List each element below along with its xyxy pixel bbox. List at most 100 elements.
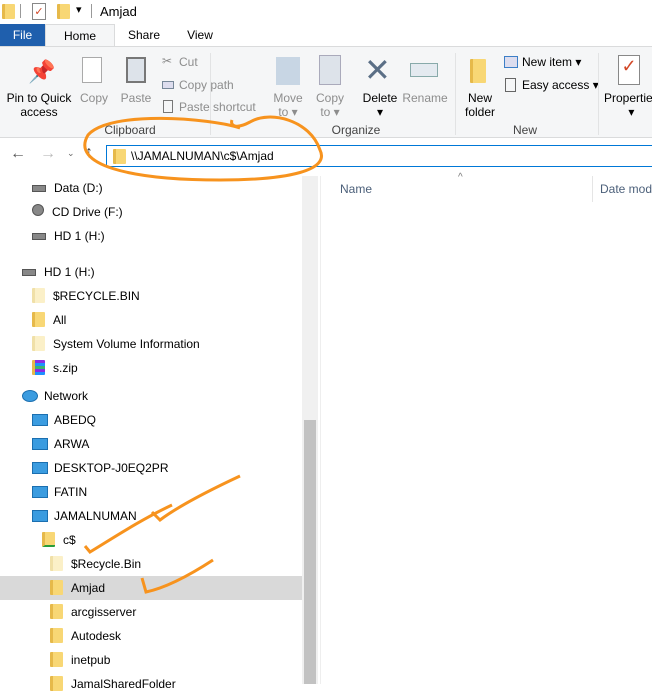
nav-item[interactable]: Amjad <box>0 576 302 600</box>
drive-icon <box>32 233 46 240</box>
nav-item[interactable]: DESKTOP-J0EQ2PR <box>0 456 302 480</box>
new-item-icon <box>504 56 518 68</box>
new-folder-label: New <box>467 91 492 105</box>
rename-button[interactable]: Rename <box>402 91 448 105</box>
tab-file[interactable]: File <box>0 24 45 46</box>
nav-item-label: s.zip <box>53 361 78 375</box>
folder-icon <box>2 4 15 19</box>
nav-item-label: JAMALNUMAN <box>54 509 137 523</box>
up-button[interactable]: ↑ <box>85 144 93 162</box>
nav-item[interactable]: ARWA <box>0 432 302 456</box>
sort-ascending-icon: ^ <box>458 172 463 183</box>
paste-shortcut-icon <box>163 100 173 113</box>
properties-button[interactable]: Properties▾ <box>604 91 652 119</box>
nav-item-label: inetpub <box>71 653 111 667</box>
divider <box>598 53 599 135</box>
divider <box>20 4 21 18</box>
easy-access-label: Easy access <box>522 78 590 92</box>
easy-access-icon <box>505 78 516 92</box>
properties-icon: ✓ <box>618 55 640 85</box>
nav-item[interactable]: HD 1 (H:) <box>0 224 302 248</box>
rename-icon <box>410 63 438 77</box>
new-folder-label-2: folder <box>464 105 496 119</box>
nav-item-label: All <box>53 313 67 327</box>
new-item-button[interactable]: New item ▾ <box>522 55 581 69</box>
nav-item[interactable]: JamalSharedFolder <box>0 672 302 696</box>
address-bar-row: ← → ⌄ ↑ \\JAMALNUMAN\c$\Amjad <box>0 140 652 172</box>
copyto-label: Copy <box>315 91 344 105</box>
nav-item-label: $Recycle.Bin <box>71 557 142 571</box>
copy-to-button[interactable]: Copy to ▾ <box>310 91 350 119</box>
nav-item[interactable]: System Volume Information <box>0 332 302 356</box>
divider <box>91 4 92 18</box>
nav-item[interactable]: s.zip <box>0 356 302 380</box>
cd-drive-icon <box>32 204 44 216</box>
nav-item-label: HD 1 (H:) <box>54 229 105 243</box>
computer-icon <box>32 414 48 426</box>
nav-item-label: Data (D:) <box>54 181 103 195</box>
folder-icon <box>32 312 45 327</box>
column-header-date-modified[interactable]: Date mod <box>600 182 652 196</box>
address-input[interactable]: \\JAMALNUMAN\c$\Amjad <box>106 145 652 167</box>
nav-item[interactable]: $Recycle.Bin <box>0 552 302 576</box>
delete-button[interactable]: Delete ▾ <box>358 91 402 119</box>
properties-quick-icon[interactable]: ✓ <box>32 3 46 20</box>
paste-icon <box>126 57 146 83</box>
nav-item[interactable]: JAMALNUMAN <box>0 504 302 528</box>
tab-share[interactable]: Share <box>115 24 173 46</box>
customize-toolbar-icon[interactable]: ▾ <box>76 3 82 16</box>
nav-item[interactable]: Data (D:) <box>0 176 302 200</box>
folder-icon <box>50 604 63 619</box>
copy-button[interactable]: Copy <box>76 91 112 105</box>
new-folder-button[interactable]: New folder <box>460 91 500 119</box>
nav-item[interactable]: $RECYCLE.BIN <box>0 284 302 308</box>
divider <box>455 53 456 135</box>
window-title: Amjad <box>100 4 137 19</box>
nav-item-label: Autodesk <box>71 629 122 643</box>
nav-item[interactable]: HD 1 (H:) <box>0 260 302 284</box>
share-icon <box>42 532 55 547</box>
drive-icon <box>22 269 36 276</box>
nav-item[interactable]: inetpub <box>0 648 302 672</box>
forward-button[interactable]: → <box>40 145 56 163</box>
folder-icon <box>50 628 63 643</box>
nav-item[interactable]: Network <box>0 384 302 408</box>
nav-item[interactable]: c$ <box>0 528 302 552</box>
nav-item[interactable]: CD Drive (F:) <box>0 200 302 224</box>
easy-access-button[interactable]: Easy access ▾ <box>522 78 599 92</box>
nav-item[interactable]: ABEDQ <box>0 408 302 432</box>
new-folder-quick-icon[interactable] <box>57 4 70 19</box>
computer-icon <box>32 438 48 450</box>
nav-item[interactable]: FATIN <box>0 480 302 504</box>
ribbon-tabs: File Home Share View <box>0 24 652 47</box>
move-to-button[interactable]: Move to ▾ <box>268 91 308 119</box>
nav-item[interactable]: Autodesk <box>0 624 302 648</box>
nav-item-label: ABEDQ <box>54 413 97 427</box>
tab-home[interactable]: Home <box>45 24 115 47</box>
nav-item-label: System Volume Information <box>53 337 200 351</box>
paste-shortcut-button[interactable]: Paste shortcut <box>179 100 256 114</box>
computer-icon <box>32 486 48 498</box>
group-clipboard: Clipboard <box>104 123 156 137</box>
folder-icon <box>50 580 63 595</box>
nav-item[interactable]: All <box>0 308 302 332</box>
delete-icon: ✕ <box>364 52 391 88</box>
nav-item-label: FATIN <box>54 485 88 499</box>
copyto-label-2: to <box>320 105 331 119</box>
divider <box>320 176 321 684</box>
tab-view[interactable]: View <box>173 24 227 46</box>
computer-icon <box>32 462 48 474</box>
back-button[interactable]: ← <box>10 145 26 163</box>
computer-icon <box>32 510 48 522</box>
copy-path-button[interactable]: Copy path <box>179 78 234 92</box>
nav-item-label: ARWA <box>54 437 90 451</box>
folder-icon <box>32 336 45 351</box>
column-header-name[interactable]: Name <box>340 182 372 196</box>
recent-locations-button[interactable]: ⌄ <box>67 148 75 159</box>
nav-item[interactable]: arcgisserver <box>0 600 302 624</box>
pin-to-quick-access-button[interactable]: Pin to Quick access <box>2 91 76 119</box>
cut-button[interactable]: Cut <box>179 55 198 69</box>
nav-item-label: CD Drive (F:) <box>52 205 123 219</box>
paste-button[interactable]: Paste <box>118 91 154 105</box>
title-bar: ✓ ▾ Amjad <box>0 0 652 24</box>
